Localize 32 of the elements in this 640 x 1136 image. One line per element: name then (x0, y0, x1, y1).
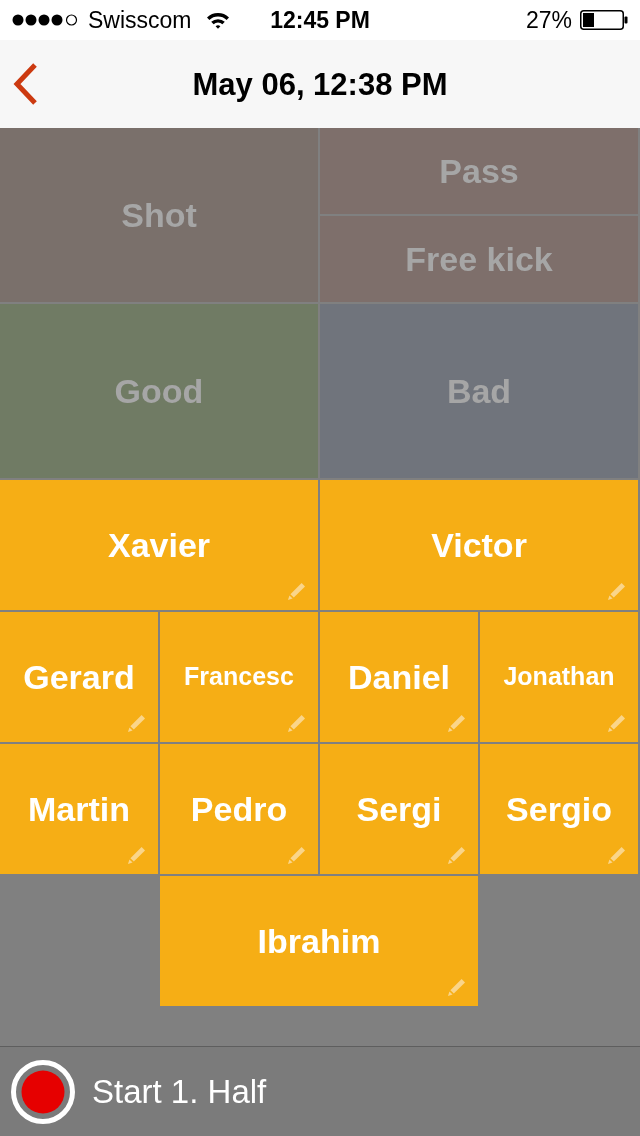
pencil-icon (288, 846, 306, 864)
player-button[interactable]: Victor (320, 480, 638, 610)
record-icon (11, 1059, 75, 1124)
player-button[interactable]: Pedro (160, 744, 318, 874)
signal-strength-icon (12, 14, 78, 26)
player-button[interactable]: Sergio (480, 744, 638, 874)
pencil-icon (448, 846, 466, 864)
player-button[interactable]: Gerard (0, 612, 158, 742)
page-title: May 06, 12:38 PM (192, 68, 448, 100)
pencil-icon (128, 846, 146, 864)
pencil-icon (608, 846, 626, 864)
pencil-icon (128, 714, 146, 732)
clock-time: 12:45 PM (270, 8, 370, 32)
player-button[interactable]: Sergi (320, 744, 478, 874)
player-button[interactable]: Ibrahim (160, 876, 478, 1006)
pencil-icon (288, 582, 306, 600)
player-button[interactable]: Jonathan (480, 612, 638, 742)
player-button[interactable]: Martin (0, 744, 158, 874)
pencil-icon (448, 714, 466, 732)
pencil-icon (288, 714, 306, 732)
pencil-icon (608, 714, 626, 732)
pencil-icon (608, 582, 626, 600)
carrier-name: Swisscom (88, 8, 192, 32)
back-chevron-icon (12, 62, 38, 106)
pencil-icon (448, 978, 466, 996)
battery-icon (580, 10, 628, 30)
battery-percent: 27% (525, 8, 572, 32)
player-button[interactable]: Xavier (0, 480, 318, 610)
player-button[interactable]: Francesc (160, 612, 318, 742)
start-half-button[interactable]: Start 1. Half (0, 1046, 640, 1136)
wifi-icon (205, 11, 230, 29)
player-button[interactable]: Daniel (320, 612, 478, 742)
